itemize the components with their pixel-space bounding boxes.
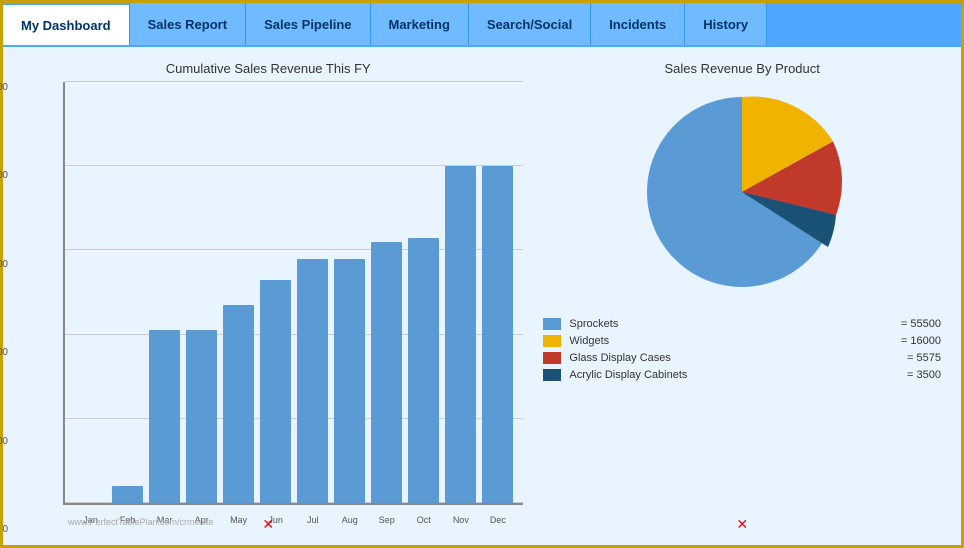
tab-my-dashboard[interactable]: My Dashboard: [3, 3, 130, 45]
legend-color-box: [543, 369, 561, 381]
bar: [260, 280, 291, 503]
y-label: 0: [0, 524, 8, 535]
tab-incidents[interactable]: Incidents: [591, 3, 685, 45]
bar-chart-delete-button[interactable]: ✕: [262, 516, 274, 533]
legend-color-box: [543, 318, 561, 330]
x-label: Jul: [297, 515, 328, 525]
bar-group: [186, 82, 217, 503]
pie-chart-area: [632, 82, 852, 302]
watermark: www.PerfectTablePlan.com/crmsuite: [68, 517, 214, 527]
legend-label: Sprockets: [569, 318, 893, 330]
legend-value: = 16000: [901, 335, 941, 347]
tab-marketing[interactable]: Marketing: [371, 3, 469, 45]
bar: [149, 330, 180, 503]
bar-chart-section: Cumulative Sales Revenue This FY 0200004…: [13, 57, 523, 535]
tab-history[interactable]: History: [685, 3, 767, 45]
bar-group: [408, 82, 439, 503]
tab-sales-report[interactable]: Sales Report: [130, 3, 246, 45]
tab-bar: My DashboardSales ReportSales PipelineMa…: [3, 3, 961, 47]
app-container: My DashboardSales ReportSales PipelineMa…: [0, 0, 964, 548]
bar-group: [112, 82, 143, 503]
y-axis-labels: 0 20000 40000 60000 80000 100000: [0, 82, 8, 535]
bar: [482, 166, 513, 503]
y-label: 40000: [0, 347, 8, 358]
legend-color-box: [543, 335, 561, 347]
legend-label: Glass Display Cases: [569, 352, 899, 364]
legend-label: Widgets: [569, 335, 893, 347]
x-label: Oct: [408, 515, 439, 525]
legend-item: Sprockets = 55500: [543, 318, 941, 330]
bar: [371, 242, 402, 503]
legend-value: = 3500: [907, 369, 941, 381]
bar: [186, 330, 217, 503]
legend-item: Widgets = 16000: [543, 335, 941, 347]
bar: [408, 238, 439, 503]
tab-search/social[interactable]: Search/Social: [469, 3, 591, 45]
bar: [297, 259, 328, 503]
x-label: May: [223, 515, 254, 525]
pie-chart-section: Sales Revenue By Product: [533, 57, 951, 535]
bar-chart-container: 020000400006000080000100000 JanFebMarApr…: [13, 82, 523, 535]
bar: [445, 166, 476, 503]
main-content: Cumulative Sales Revenue This FY 0200004…: [3, 47, 961, 545]
y-label: 100000: [0, 82, 8, 93]
legend-value: = 5575: [907, 352, 941, 364]
y-label: 60000: [0, 259, 8, 270]
tab-sales-pipeline[interactable]: Sales Pipeline: [246, 3, 370, 45]
y-label: 80000: [0, 170, 8, 181]
pie-chart-title: Sales Revenue By Product: [665, 61, 820, 76]
bar-chart-title: Cumulative Sales Revenue This FY: [166, 61, 371, 76]
x-label: Aug: [334, 515, 365, 525]
bar-group: [297, 82, 328, 503]
x-label: Sep: [371, 515, 402, 525]
legend-label: Acrylic Display Cabinets: [569, 369, 899, 381]
legend-item: Acrylic Display Cabinets = 3500: [543, 369, 941, 381]
legend-color-box: [543, 352, 561, 364]
bar-group: [445, 82, 476, 503]
bar-group: [149, 82, 180, 503]
x-label: Dec: [482, 515, 513, 525]
legend-value: = 55500: [901, 318, 941, 330]
bar-group: [482, 82, 513, 503]
bar-group: [260, 82, 291, 503]
pie-chart-delete-button[interactable]: ✕: [736, 516, 748, 533]
bar: [112, 486, 143, 503]
y-label: 20000: [0, 436, 8, 447]
bar: [334, 259, 365, 503]
pie-chart-svg: [632, 82, 852, 302]
x-label: Nov: [445, 515, 476, 525]
bar-chart-inner: JanFebMarAprMayJunJulAugSepOctNovDec: [63, 82, 523, 505]
legend-item: Glass Display Cases = 5575: [543, 352, 941, 364]
bar: [223, 305, 254, 503]
bar-group: [75, 82, 106, 503]
pie-legend: Sprockets= 55500Widgets= 16000Glass Disp…: [533, 318, 951, 386]
bar-group: [371, 82, 402, 503]
bar-group: [334, 82, 365, 503]
bars-area: [65, 82, 523, 503]
bar-group: [223, 82, 254, 503]
